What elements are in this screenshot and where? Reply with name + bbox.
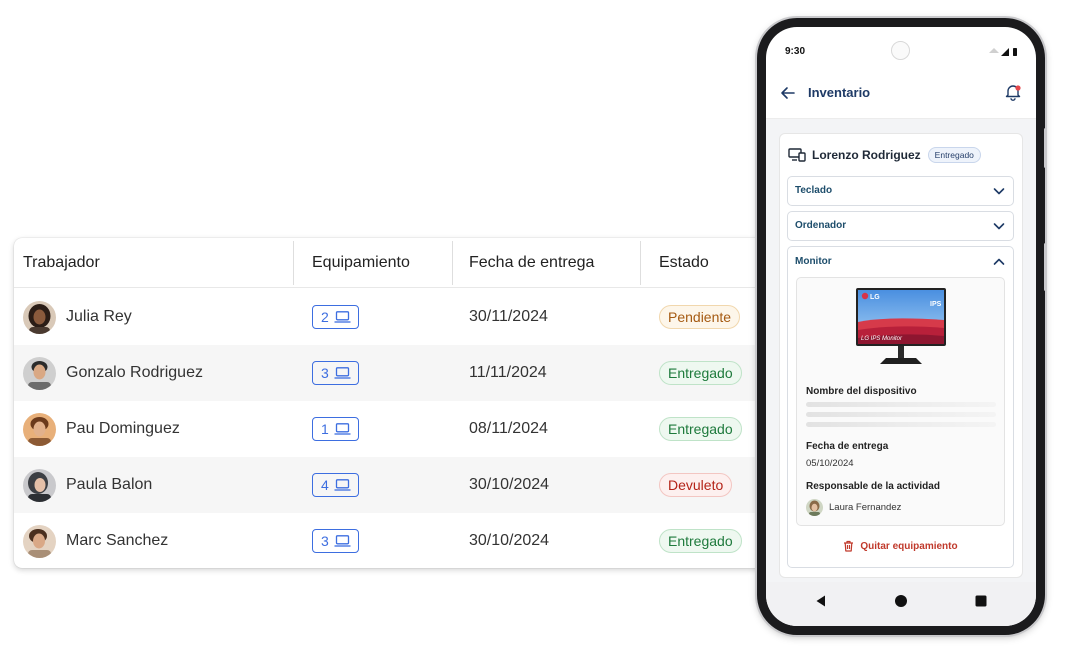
table-row[interactable]: Gonzalo Rodriguez 3 11/11/2024 Entregado bbox=[14, 345, 774, 401]
device-name-label: Nombre del dispositivo bbox=[806, 386, 917, 397]
card-header: Lorenzo Rodriguez Entregado bbox=[788, 146, 981, 164]
trash-icon bbox=[844, 540, 854, 552]
responsible-person: Laura Fernandez bbox=[806, 499, 901, 516]
laptop-icon bbox=[334, 423, 351, 435]
delivery-date-value: 05/10/2024 bbox=[806, 458, 854, 469]
avatar bbox=[23, 356, 56, 390]
skeleton-line bbox=[806, 402, 996, 407]
table-row[interactable]: Julia Rey 2 30/11/2024 Pendiente bbox=[14, 289, 774, 345]
status-badge: Entregado bbox=[659, 417, 742, 441]
inventory-content: Lorenzo Rodriguez Entregado Teclado Orde… bbox=[766, 119, 1036, 582]
table-row[interactable]: Paula Balon 4 30/10/2024 Devuleto bbox=[14, 457, 774, 513]
workers-table: Trabajador Equipamiento Fecha de entrega… bbox=[14, 238, 774, 568]
worker-name: Lorenzo Rodriguez bbox=[812, 148, 921, 162]
worker-name: Paula Balon bbox=[66, 476, 153, 493]
responsible-label: Responsable de la actividad bbox=[806, 481, 940, 492]
laptop-icon bbox=[334, 367, 351, 379]
delivery-date: 11/11/2024 bbox=[469, 364, 547, 381]
header-fecha-entrega[interactable]: Fecha de entrega bbox=[469, 238, 594, 288]
avatar bbox=[23, 468, 56, 502]
equipment-count-button[interactable]: 3 bbox=[312, 529, 359, 553]
delivery-date: 30/11/2024 bbox=[469, 308, 548, 325]
recents-square-icon[interactable] bbox=[974, 594, 988, 608]
page-title: Inventario bbox=[808, 85, 871, 100]
phone-side-button bbox=[1044, 243, 1047, 291]
laptop-icon bbox=[334, 311, 351, 323]
android-nav-bar bbox=[766, 582, 1036, 626]
signal-battery-icon bbox=[989, 48, 1017, 56]
worker-name: Julia Rey bbox=[66, 308, 132, 325]
header-trabajador[interactable]: Trabajador bbox=[23, 238, 100, 288]
column-divider bbox=[640, 241, 641, 285]
accordion-label[interactable]: Monitor bbox=[795, 256, 832, 267]
devices-icon bbox=[788, 148, 806, 162]
column-divider bbox=[452, 241, 453, 285]
laptop-icon bbox=[334, 535, 351, 547]
arrow-left-icon[interactable] bbox=[780, 85, 796, 101]
header-equipamiento[interactable]: Equipamiento bbox=[312, 238, 410, 288]
table-row[interactable]: Pau Dominguez 1 08/11/2024 Entregado bbox=[14, 401, 774, 457]
worker-name: Gonzalo Rodriguez bbox=[66, 364, 203, 381]
delivery-date: 08/11/2024 bbox=[469, 420, 548, 437]
remove-equipment-button[interactable]: Quitar equipamiento bbox=[788, 540, 1013, 552]
equipment-count-button[interactable]: 4 bbox=[312, 473, 359, 497]
device-details: LG IPS LG IPS Monitor Nombre del disposi… bbox=[796, 277, 1005, 526]
status-badge: Entregado bbox=[927, 147, 981, 163]
accordion-ordenador[interactable]: Ordenador bbox=[787, 211, 1014, 241]
status-badge: Devuleto bbox=[659, 473, 733, 497]
avatar bbox=[23, 524, 56, 558]
worker-name: Pau Dominguez bbox=[66, 420, 180, 437]
home-circle-icon[interactable] bbox=[894, 594, 908, 608]
camera-punch-hole bbox=[891, 41, 910, 60]
table-row[interactable]: Marc Sanchez 3 30/10/2024 Entregado bbox=[14, 513, 774, 568]
responsible-name: Laura Fernandez bbox=[829, 502, 902, 513]
header-estado[interactable]: Estado bbox=[659, 238, 709, 288]
laptop-icon bbox=[334, 479, 351, 491]
avatar bbox=[806, 499, 823, 516]
chevron-down-icon bbox=[993, 188, 1005, 195]
column-divider bbox=[293, 241, 294, 285]
delivery-date-label: Fecha de entrega bbox=[806, 441, 889, 452]
status-badge: Pendiente bbox=[659, 305, 741, 329]
accordion-label: Ordenador bbox=[795, 220, 847, 231]
avatar bbox=[23, 412, 56, 446]
delivery-date: 30/10/2024 bbox=[469, 532, 550, 549]
accordion-teclado[interactable]: Teclado bbox=[787, 176, 1014, 206]
worker-name: Marc Sanchez bbox=[66, 532, 169, 549]
avatar bbox=[23, 300, 56, 334]
inventory-card: Lorenzo Rodriguez Entregado Teclado Orde… bbox=[779, 133, 1023, 578]
equipment-count-button[interactable]: 1 bbox=[312, 417, 359, 441]
equipment-count-button[interactable]: 2 bbox=[312, 305, 359, 329]
chevron-down-icon bbox=[993, 223, 1005, 230]
app-bar: Inventario bbox=[766, 71, 1036, 119]
skeleton-line bbox=[806, 422, 996, 427]
phone-screen: 9:30 Inventario Lorenzo Rodriguez Entreg… bbox=[766, 27, 1036, 626]
status-bar: 9:30 bbox=[766, 27, 1036, 71]
accordion-label: Teclado bbox=[795, 185, 833, 196]
table-header: Trabajador Equipamiento Fecha de entrega… bbox=[14, 238, 774, 288]
phone-mockup: 9:30 Inventario Lorenzo Rodriguez Entreg… bbox=[757, 18, 1047, 635]
accordion-monitor: Monitor LG IPS LG IPS Monitor Nombre del… bbox=[787, 246, 1014, 568]
monitor-image: LG IPS LG IPS Monitor bbox=[856, 288, 946, 364]
monitor-tag: IPS bbox=[930, 301, 942, 308]
equipment-count-button[interactable]: 3 bbox=[312, 361, 359, 385]
monitor-caption: LG IPS Monitor bbox=[861, 336, 903, 342]
status-badge: Entregado bbox=[659, 361, 742, 385]
phone-side-button bbox=[1044, 128, 1047, 168]
bell-icon[interactable] bbox=[1004, 83, 1022, 101]
status-time: 9:30 bbox=[785, 46, 806, 57]
skeleton-line bbox=[806, 412, 996, 417]
chevron-up-icon[interactable] bbox=[993, 257, 1005, 267]
status-badge: Entregado bbox=[659, 529, 742, 553]
monitor-brand: LG bbox=[870, 294, 880, 301]
back-triangle-icon[interactable] bbox=[814, 594, 828, 608]
delivery-date: 30/10/2024 bbox=[469, 476, 550, 493]
